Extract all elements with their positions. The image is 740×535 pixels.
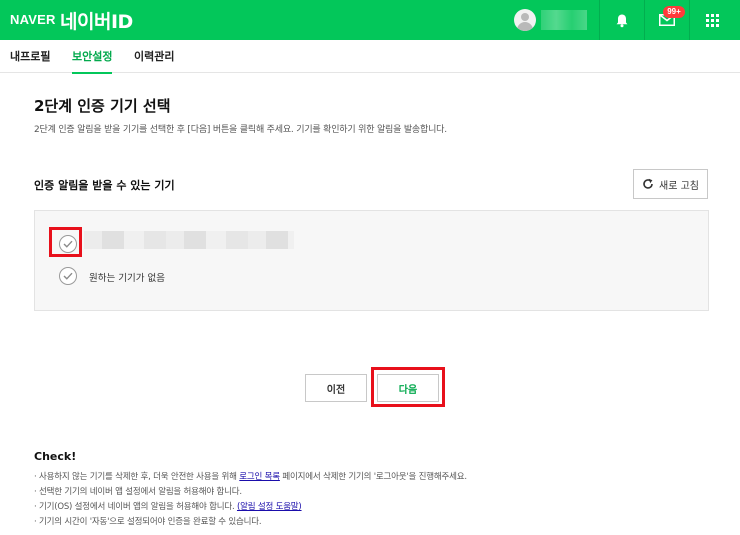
apps-button[interactable] xyxy=(690,0,734,40)
highlight-box xyxy=(371,367,445,407)
page-title: 2단계 인증 기기 선택 xyxy=(34,97,171,115)
service-title[interactable]: 네이버ID xyxy=(60,7,133,34)
naver-logo[interactable]: NAVER xyxy=(10,12,56,27)
refresh-label: 새로 고침 xyxy=(659,180,699,192)
check-notes: · 사용하지 않는 기기를 삭제한 후, 더욱 안전한 사용을 위해 로그인 목… xyxy=(34,470,467,530)
top-header: NAVER 네이버ID 99+ xyxy=(0,0,740,40)
mail-count-badge: 99+ xyxy=(663,6,685,18)
no-device-label[interactable]: 원하는 기기가 없음 xyxy=(89,270,165,284)
masked-user-name[interactable] xyxy=(541,10,587,30)
note-line: · 기기의 시간이 '자동'으로 설정되어야 인증을 완료할 수 있습니다. xyxy=(34,517,262,527)
note-line: · 사용하지 않는 기기를 삭제한 후, 더욱 안전한 사용을 위해 로그인 목… xyxy=(34,472,467,482)
masked-device-name xyxy=(84,231,294,249)
notification-button[interactable] xyxy=(600,0,644,40)
highlight-box xyxy=(49,227,82,257)
apps-grid-icon xyxy=(705,13,719,27)
notification-help-link[interactable]: (알림 설정 도움말) xyxy=(237,502,302,512)
note-line: · 기기(OS) 설정에서 네이버 앱의 알림을 허용해야 합니다. (알림 설… xyxy=(34,502,302,512)
tab-bar: 내프로필 보안설정 이력관리 xyxy=(0,40,740,74)
page-description: 2단계 인증 알림을 받을 기기를 선택한 후 [다음] 버튼을 클릭해 주세요… xyxy=(34,125,447,135)
device-list xyxy=(34,210,709,311)
bell-icon xyxy=(616,14,628,27)
login-list-link[interactable]: 로그인 목록 xyxy=(239,472,280,482)
refresh-button[interactable]: 새로 고침 xyxy=(633,169,708,199)
no-device-radio[interactable] xyxy=(59,267,77,285)
check-icon xyxy=(63,272,73,280)
refresh-icon xyxy=(643,178,653,189)
tab-security[interactable]: 보안설정 xyxy=(72,40,113,74)
tab-history[interactable]: 이력관리 xyxy=(134,40,174,73)
section-title: 인증 알림을 받을 수 있는 기기 xyxy=(34,179,175,192)
note-line: · 선택한 기기의 네이버 앱 설정에서 알림을 허용해야 합니다. xyxy=(34,487,242,497)
prev-button[interactable]: 이전 xyxy=(305,374,367,402)
tab-profile[interactable]: 내프로필 xyxy=(10,40,50,73)
user-avatar-icon[interactable] xyxy=(514,9,536,31)
check-title: Check! xyxy=(34,450,77,463)
